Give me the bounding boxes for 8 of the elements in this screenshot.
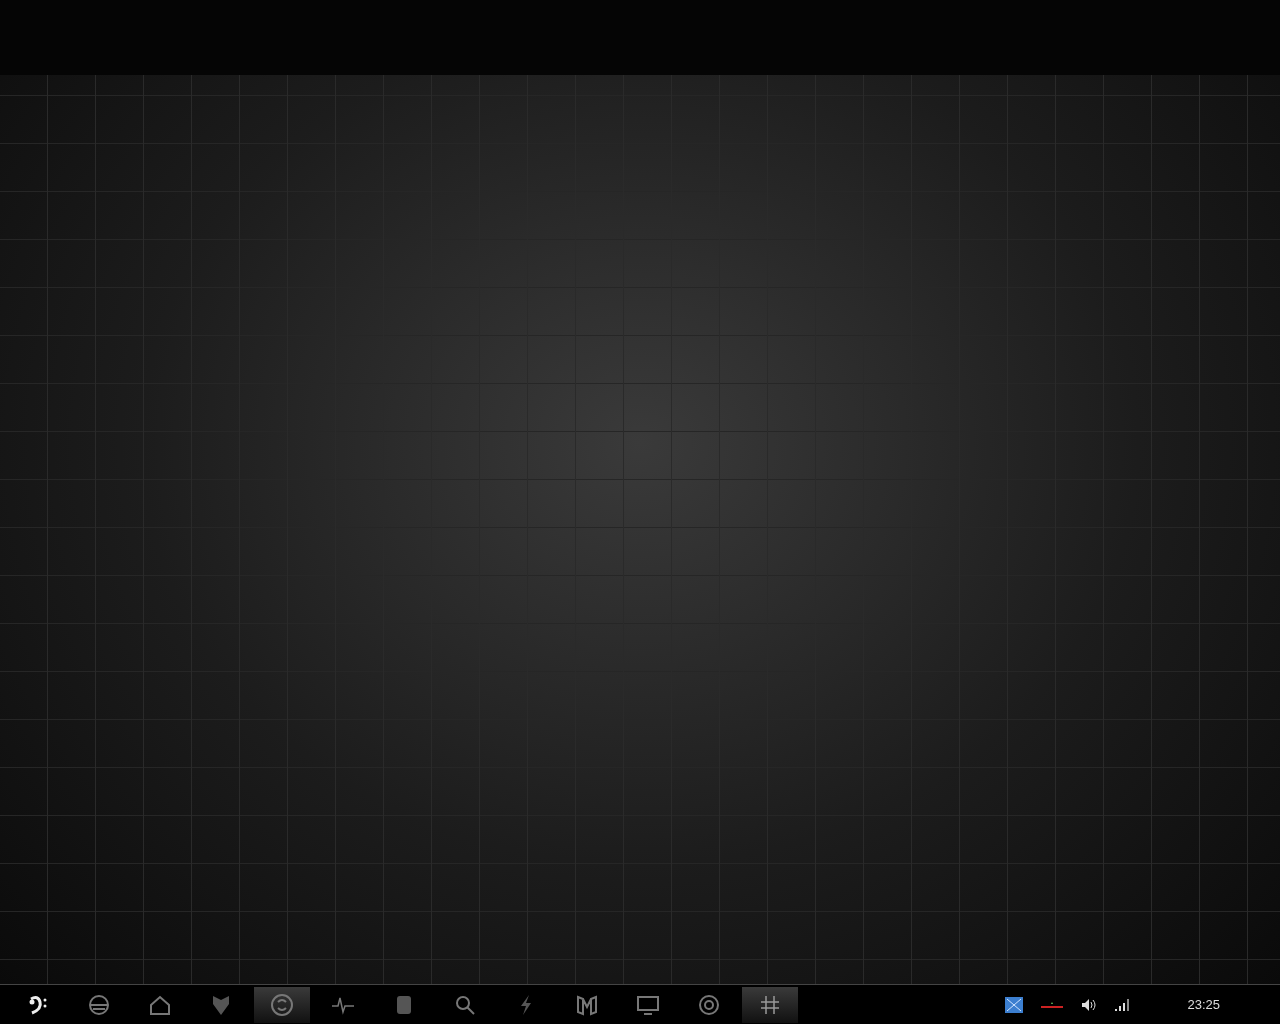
ring-icon [697,992,721,1017]
globe-icon [87,992,111,1017]
clock[interactable]: 23:25 [1187,994,1220,1015]
signal-icon[interactable] [1115,998,1130,1011]
disc-icon [270,992,294,1017]
volume-icon[interactable] [1081,997,1098,1012]
underline-icon[interactable] [1041,1001,1064,1008]
media-player-icon[interactable] [1005,996,1024,1013]
